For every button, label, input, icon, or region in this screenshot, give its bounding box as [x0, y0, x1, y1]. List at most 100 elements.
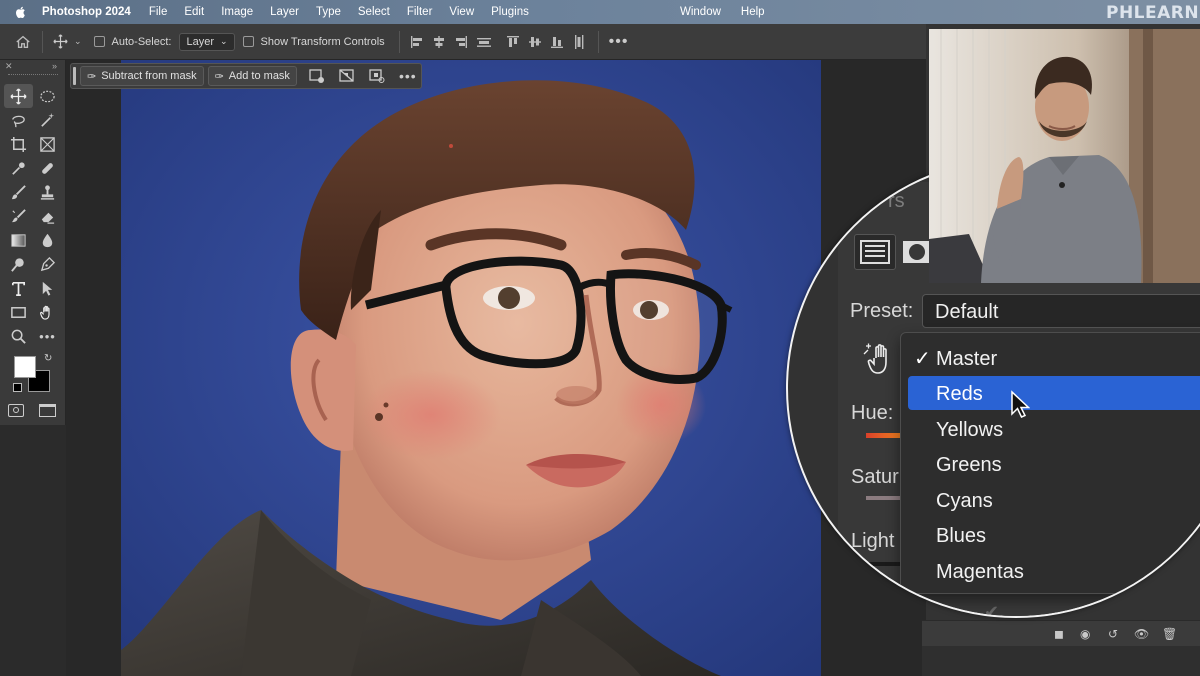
healing-icon[interactable] [33, 156, 62, 180]
home-icon[interactable] [14, 33, 32, 51]
menu-bar: Photoshop 2024 File Edit Image Layer Typ… [0, 0, 1200, 24]
history-brush-icon[interactable] [4, 204, 33, 228]
quick-mask-icon[interactable] [8, 404, 24, 417]
rectangle-icon[interactable] [4, 300, 33, 324]
eraser-icon[interactable] [33, 204, 62, 228]
lasso-icon[interactable] [4, 108, 33, 132]
move-icon[interactable] [4, 84, 33, 108]
grip-handle[interactable] [73, 67, 76, 85]
hand-icon[interactable] [33, 300, 62, 324]
foreground-color-swatch[interactable] [14, 356, 36, 378]
menu-item-blues[interactable]: Blues [936, 525, 986, 548]
collapse-icon[interactable]: » [52, 61, 57, 71]
trash-icon[interactable]: 🗑 [1162, 627, 1177, 641]
menu-edit[interactable]: Edit [184, 6, 204, 18]
show-transform-checkbox[interactable] [242, 36, 254, 47]
mask-settings-icon[interactable] [307, 66, 327, 86]
portrait-image [121, 60, 821, 676]
presenter-video [929, 29, 1200, 283]
stamp-icon[interactable] [33, 180, 62, 204]
dodge-icon[interactable] [4, 252, 33, 276]
menu-item-yellows[interactable]: Yellows [936, 419, 1003, 442]
subtract-from-mask-label: Subtract from mask [101, 70, 197, 82]
auto-select-checkbox[interactable] [93, 36, 105, 47]
align-top-icon[interactable] [506, 35, 520, 49]
brush-icon[interactable] [4, 180, 33, 204]
more-options-icon[interactable]: ••• [609, 33, 629, 51]
preset-value: Default [935, 301, 999, 323]
view-previous-icon[interactable]: ◉ [1080, 627, 1090, 641]
pen-icon[interactable] [33, 252, 62, 276]
brush-add-icon: ✑ [214, 70, 224, 83]
menu-item-cyans[interactable]: Cyans [936, 490, 993, 513]
brand-logo: PHLEARN [1106, 3, 1200, 23]
refine-mask-icon[interactable] [367, 66, 387, 86]
reset-icon[interactable]: ↺ [1108, 627, 1118, 641]
check-icon: ✔ [984, 602, 1000, 618]
add-to-mask-button[interactable]: ✑ Add to mask [207, 66, 297, 86]
path-select-icon[interactable] [33, 276, 62, 300]
menu-plugins[interactable]: Plugins [491, 6, 529, 18]
presenter-webcam [929, 29, 1200, 283]
chevron-down-icon[interactable]: ⌄ [74, 36, 82, 47]
brush-subtract-icon: ✑ [87, 70, 97, 83]
menu-layer[interactable]: Layer [270, 6, 299, 18]
auto-select-dropdown[interactable]: Layer ⌄ [179, 32, 235, 51]
subtract-from-mask-button[interactable]: ✑ Subtract from mask [80, 66, 204, 86]
grip-handle[interactable] [8, 74, 58, 76]
menu-view[interactable]: View [449, 6, 474, 18]
portrait-photo[interactable] [121, 60, 821, 676]
menu-item-reds[interactable]: Reds [936, 383, 983, 406]
marquee-icon[interactable] [33, 84, 62, 108]
lightness-label: Light [851, 530, 895, 552]
align-center-h-icon[interactable] [432, 35, 446, 49]
swap-colors-icon[interactable]: ↻ [44, 353, 52, 364]
panel-footer: ◼ ◉ ↺ 👁 🗑 [922, 620, 1200, 646]
panel-title-partial: rs [888, 190, 905, 212]
preset-label: Preset: [850, 300, 914, 322]
default-colors-icon[interactable] [13, 383, 22, 392]
menu-item-magentas[interactable]: Magentas [936, 561, 1024, 584]
apple-icon[interactable] [14, 5, 28, 19]
menu-window[interactable]: Window [680, 6, 721, 18]
chevron-down-icon: ⌄ [220, 36, 228, 46]
blur-icon[interactable] [33, 228, 62, 252]
auto-select-value: Layer [186, 35, 214, 48]
menu-filter[interactable]: Filter [407, 6, 433, 18]
magic-wand-icon[interactable] [33, 108, 62, 132]
close-icon[interactable]: ✕ [5, 61, 13, 72]
invert-mask-icon[interactable] [337, 66, 357, 86]
menu-select[interactable]: Select [358, 6, 390, 18]
preset-dropdown[interactable]: Default [922, 294, 1200, 328]
add-to-mask-label: Add to mask [228, 70, 290, 82]
menu-image[interactable]: Image [221, 6, 253, 18]
screen-mode-icon[interactable] [39, 404, 56, 417]
options-bar: ⌄ Auto-Select: Layer ⌄ Show Transform Co… [0, 24, 930, 60]
gradient-icon[interactable] [4, 228, 33, 252]
frame-icon[interactable] [33, 132, 62, 156]
hue-label: Hue: [851, 402, 894, 424]
zoom-icon[interactable] [4, 324, 33, 348]
clip-to-layer-icon[interactable]: ◼ [1054, 627, 1064, 641]
adjustment-icon[interactable] [854, 234, 896, 270]
eyedropper-icon[interactable] [4, 156, 33, 180]
menu-item-master[interactable]: Master [936, 348, 997, 371]
app-name-menu[interactable]: Photoshop 2024 [42, 6, 131, 18]
more-options-icon[interactable]: ••• [399, 68, 417, 84]
distribute-icon[interactable] [476, 35, 492, 49]
distribute-v-icon[interactable] [572, 34, 586, 50]
visibility-icon[interactable]: 👁 [1134, 627, 1149, 641]
menu-help[interactable]: Help [741, 6, 765, 18]
more-icon[interactable]: ••• [33, 324, 62, 348]
align-bottom-icon[interactable] [550, 35, 564, 49]
menu-item-greens[interactable]: Greens [936, 454, 1002, 477]
menu-file[interactable]: File [149, 6, 168, 18]
align-right-icon[interactable] [454, 35, 468, 49]
targeted-adjustment-icon[interactable] [862, 340, 896, 376]
align-center-v-icon[interactable] [528, 35, 542, 49]
type-icon[interactable] [4, 276, 33, 300]
menu-type[interactable]: Type [316, 6, 341, 18]
align-left-icon[interactable] [410, 35, 424, 49]
move-tool-icon[interactable] [53, 34, 68, 49]
crop-icon[interactable] [4, 132, 33, 156]
